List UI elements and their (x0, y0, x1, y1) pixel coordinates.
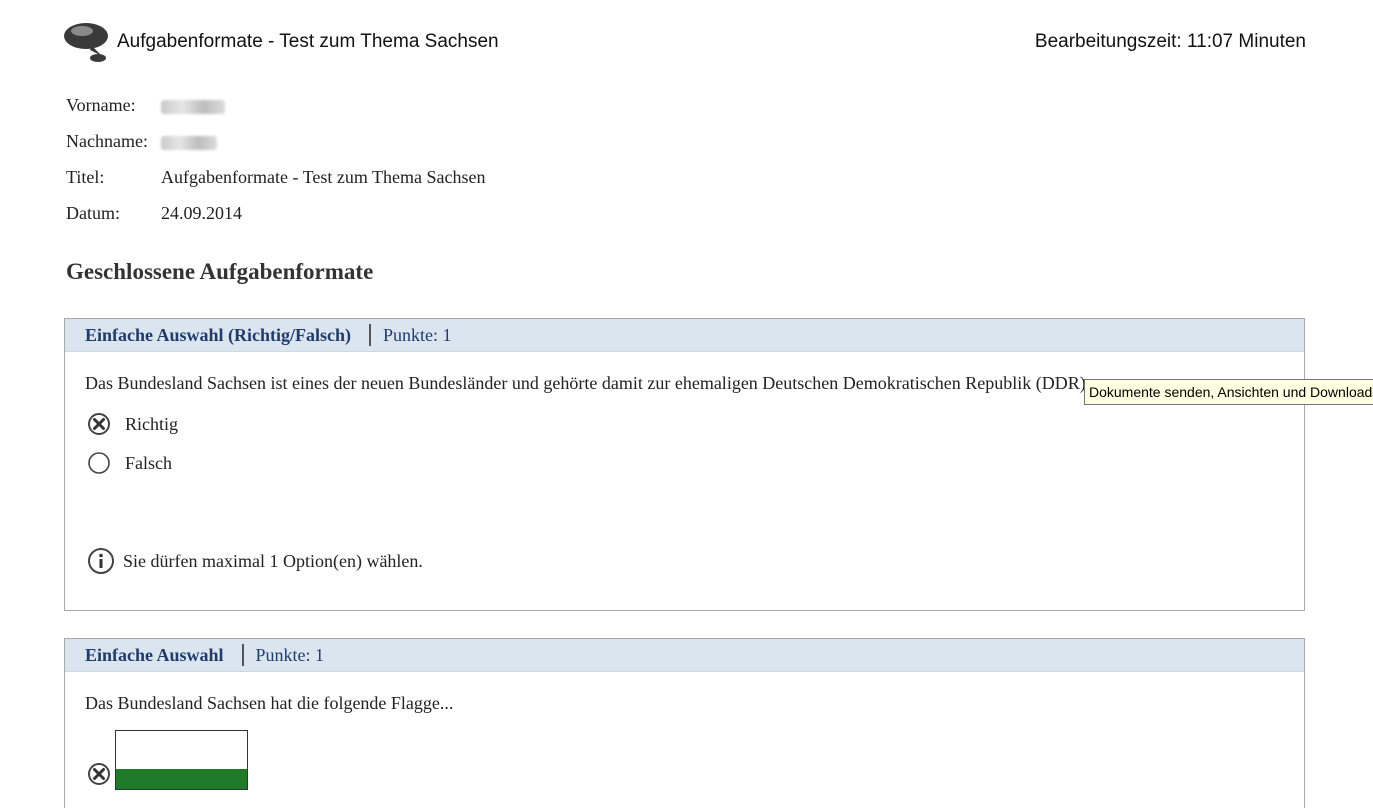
header-divider (241, 644, 244, 666)
titel-value: Aufgabenformate - Test zum Thema Sachsen (161, 167, 486, 187)
question-points: Punkte: 1 (255, 644, 325, 665)
question-text: Das Bundesland Sachsen ist eines der neu… (85, 373, 1091, 393)
question-card-1: Einfache Auswahl (Richtig/Falsch) Punkte… (64, 318, 1305, 611)
question-card-2: Einfache Auswahl Punkte: 1 Das Bundeslan… (64, 638, 1305, 808)
tooltip: Dokumente senden, Ansichten und Download… (1084, 379, 1373, 405)
datum-label: Datum: (66, 203, 120, 223)
vorname-label: Vorname: (66, 95, 136, 115)
question-points: Punkte: 1 (383, 324, 452, 345)
nachname-value-redacted (161, 135, 217, 150)
flag-image (115, 730, 248, 790)
nachname-label: Nachname: (66, 131, 148, 151)
info-icon (88, 548, 114, 574)
option-falsch[interactable]: Falsch (87, 451, 172, 475)
selection-hint: Sie dürfen maximal 1 Option(en) wählen. (87, 547, 423, 575)
elapsed-time: Bearbeitungszeit: 11:07 Minuten (1034, 31, 1306, 52)
meta-titel-row: Titel: Aufgabenformate - Test zum Thema S… (66, 167, 485, 188)
question-header: Einfache Auswahl (Richtig/Falsch) Punkte… (65, 319, 1304, 352)
speech-bubble-logo-icon (62, 20, 112, 64)
question-header: Einfache Auswahl Punkte: 1 (65, 639, 1304, 672)
page-title: Aufgabenformate - Test zum Thema Sachsen (117, 31, 499, 52)
option-richtig[interactable]: Richtig (87, 412, 178, 436)
question-text: Das Bundesland Sachsen hat die folgende … (85, 693, 454, 713)
titel-label: Titel: (66, 167, 105, 187)
header-divider (369, 324, 372, 346)
meta-nachname-row: Nachname: (66, 131, 217, 152)
datum-value: 24.09.2014 (161, 203, 242, 223)
vorname-value-redacted (161, 99, 225, 114)
option-label: Falsch (125, 452, 172, 473)
radio-unselected-icon[interactable] (87, 451, 111, 475)
meta-vorname-row: Vorname: (66, 95, 225, 116)
radio-selected-icon[interactable] (87, 762, 111, 786)
hint-text: Sie dürfen maximal 1 Option(en) wählen. (123, 550, 423, 571)
option-flag-1[interactable] (87, 730, 248, 790)
meta-datum-row: Datum: 24.09.2014 (66, 203, 242, 224)
question-type: Einfache Auswahl (85, 644, 224, 665)
option-label: Richtig (125, 413, 178, 434)
section-title: Geschlossene Aufgabenformate (66, 259, 374, 284)
radio-selected-icon[interactable] (87, 412, 111, 436)
question-type: Einfache Auswahl (Richtig/Falsch) (85, 324, 352, 345)
